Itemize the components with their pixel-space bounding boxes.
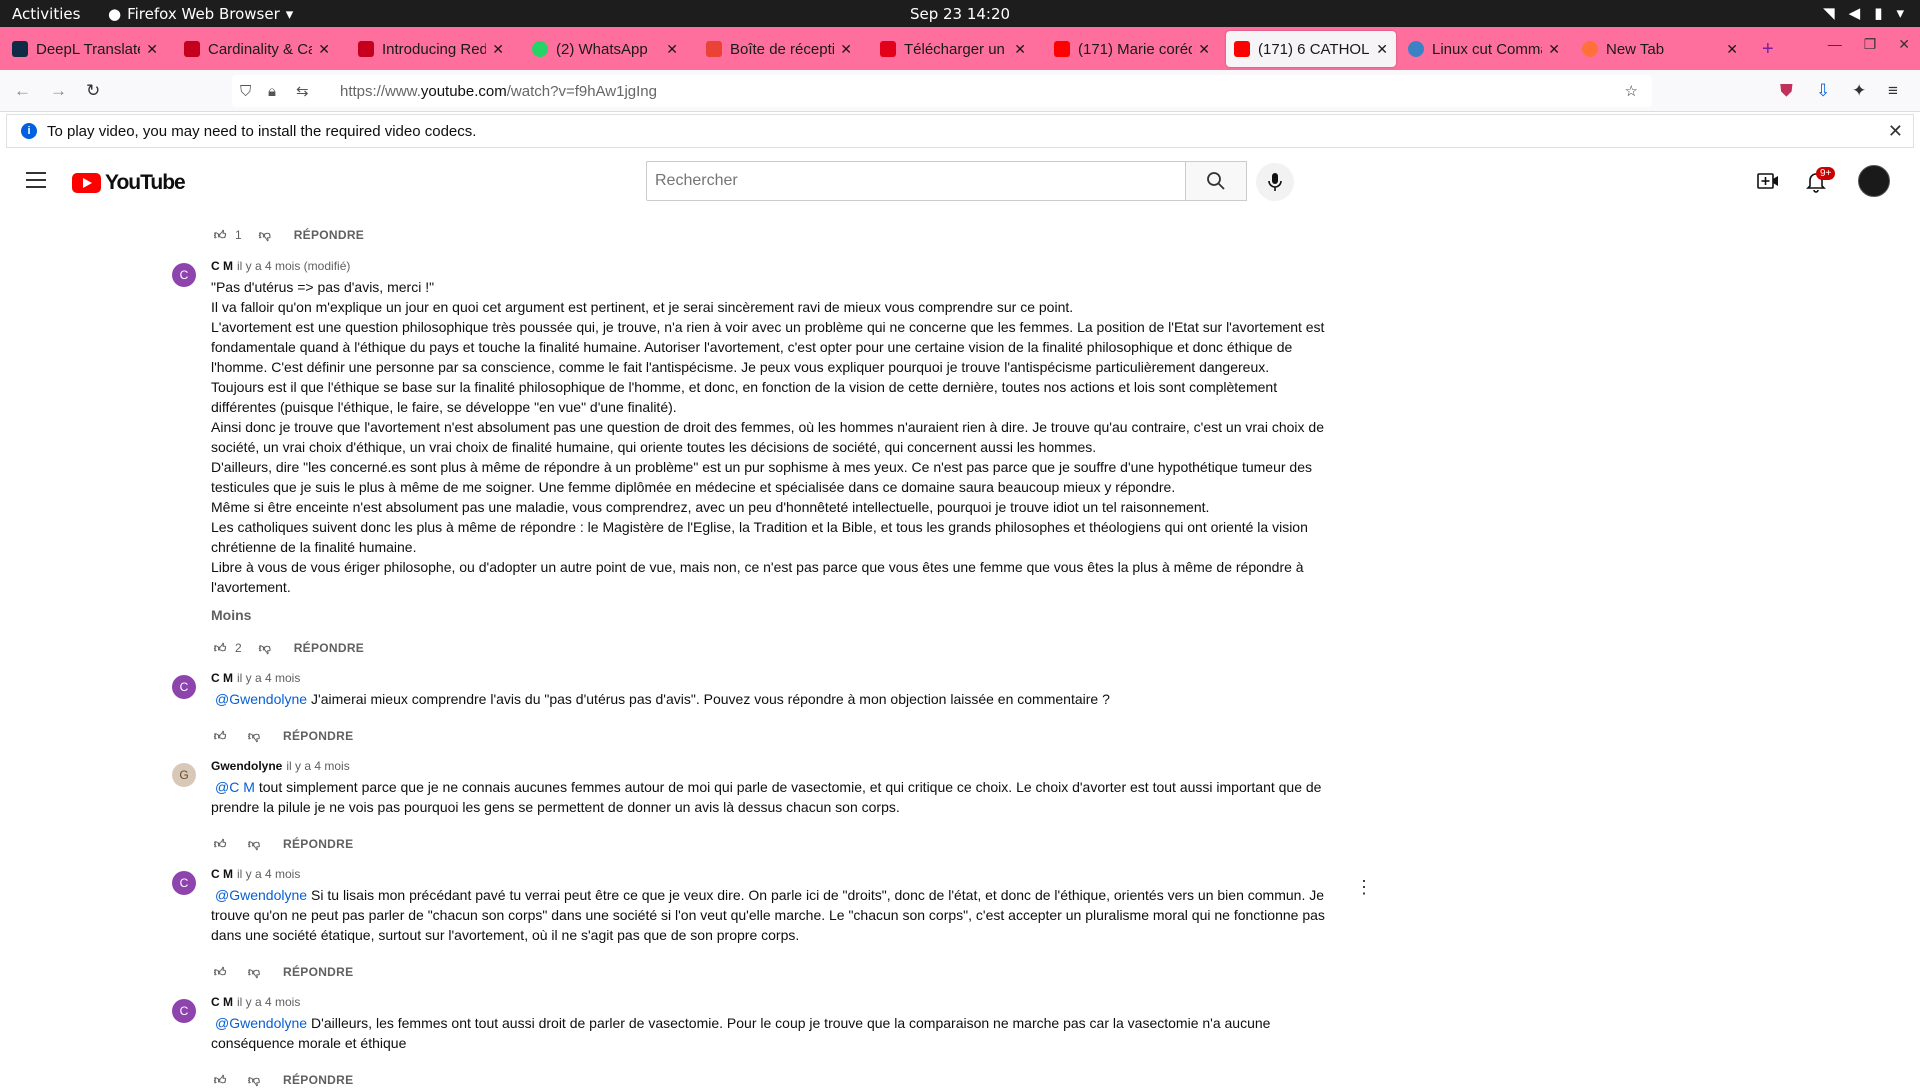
thumbs-up-icon[interactable]: 👍︎ <box>211 226 229 244</box>
avatar[interactable]: G <box>172 763 196 787</box>
reply-button[interactable]: RÉPONDRE <box>283 965 353 979</box>
thumbs-down-icon[interactable]: 👎︎ <box>256 226 274 244</box>
mention-link[interactable]: @Gwendolyne <box>215 1015 307 1031</box>
search-icon <box>1207 172 1225 190</box>
comment-paragraph: Même si être enceinte n'est absolument p… <box>211 499 1210 515</box>
comment-paragraph: Libre à vous de vous ériger philosophe, … <box>211 559 1304 595</box>
notification-count-badge: 9+ <box>1816 167 1836 180</box>
comment-time[interactable]: il y a 4 mois (modifié) <box>237 259 350 273</box>
voice-search-button[interactable] <box>1256 163 1294 201</box>
comment-text: @Gwendolyne J'aimerai mieux comprendre l'… <box>215 691 1110 707</box>
account-avatar[interactable] <box>1858 165 1890 197</box>
thumbs-down-icon[interactable]: 👎︎ <box>245 835 263 853</box>
comment-actions: 👍︎ 2 👎︎ RÉPONDRE <box>211 639 364 657</box>
comment-text: @C Mtout simplement parce que je ne conn… <box>211 779 1322 815</box>
comment-meta: C M il y a 4 mois <box>211 995 300 1009</box>
youtube-header: YouTube 9+ <box>0 155 1920 211</box>
youtube-play-icon <box>72 173 101 193</box>
search-button[interactable] <box>1185 161 1247 201</box>
reply-button[interactable]: RÉPONDRE <box>283 837 353 851</box>
avatar[interactable]: C <box>172 263 196 287</box>
comment-paragraph: Toujours est il que l'éthique se base su… <box>211 379 1278 415</box>
thumbs-up-icon[interactable]: 👍︎ <box>211 639 229 657</box>
show-less-button[interactable]: Moins <box>211 607 251 623</box>
reply-button[interactable]: RÉPONDRE <box>283 729 353 743</box>
comment-paragraph: Ainsi donc je trouve que l'avortement n'… <box>211 419 1324 455</box>
more-actions-icon[interactable]: ⋮ <box>1355 877 1373 898</box>
comment-meta: C M il y a 4 mois <box>211 671 300 685</box>
mention-link[interactable]: @Gwendolyne <box>215 691 307 707</box>
like-count: 2 <box>235 641 242 655</box>
comment-actions: 👍︎ 👎︎ RÉPONDRE <box>211 1071 353 1089</box>
reply-button[interactable]: RÉPONDRE <box>294 641 364 655</box>
comment-author[interactable]: C M <box>211 671 233 685</box>
hamburger-menu-icon[interactable] <box>26 172 46 188</box>
comment-paragraph: L'avortement est une question philosophi… <box>211 319 1325 375</box>
thumbs-up-icon[interactable]: 👍︎ <box>211 835 229 853</box>
create-video-icon[interactable] <box>1756 169 1780 193</box>
thumbs-down-icon[interactable]: 👎︎ <box>245 963 263 981</box>
comment-time[interactable]: il y a 4 mois <box>237 995 300 1009</box>
comment-meta: C M il y a 4 mois (modifié) <box>211 259 350 273</box>
thumbs-down-icon[interactable]: 👎︎ <box>245 1071 263 1089</box>
comment-text: @Gwendolyne D'ailleurs, les femmes ont to… <box>211 1015 1271 1051</box>
thumbs-down-icon[interactable]: 👎︎ <box>256 639 274 657</box>
comment-meta: Gwendolyne il y a 4 mois <box>211 759 350 773</box>
comment-meta: C M il y a 4 mois <box>211 867 300 881</box>
comment-paragraph: Il va falloir qu'on m'explique un jour e… <box>211 299 1074 315</box>
comment-author[interactable]: C M <box>211 867 233 881</box>
thumbs-down-icon[interactable]: 👎︎ <box>245 727 263 745</box>
comment-paragraph: D'ailleurs, dire "les concerné.es sont p… <box>211 459 1312 495</box>
avatar[interactable]: C <box>172 675 196 699</box>
comment-author[interactable]: C M <box>211 995 233 1009</box>
reply-button[interactable]: RÉPONDRE <box>283 1073 353 1087</box>
like-count: 1 <box>235 228 242 242</box>
thumbs-up-icon[interactable]: 👍︎ <box>211 727 229 745</box>
comment-actions: 👍︎ 👎︎ RÉPONDRE <box>211 727 353 745</box>
comment-time[interactable]: il y a 4 mois <box>237 867 300 881</box>
avatar[interactable]: C <box>172 999 196 1023</box>
mention-link[interactable]: @C M <box>215 779 255 795</box>
comment-time[interactable]: il y a 4 mois <box>286 759 349 773</box>
microphone-icon <box>1268 173 1282 191</box>
comment-paragraph: "Pas d'utérus => pas d'avis, merci !" <box>211 279 435 295</box>
thumbs-up-icon[interactable]: 👍︎ <box>211 1071 229 1089</box>
reply-button[interactable]: RÉPONDRE <box>294 228 364 242</box>
comment-actions: 👍︎ 1 👎︎ RÉPONDRE <box>211 226 364 244</box>
comment-actions: 👍︎ 👎︎ RÉPONDRE <box>211 963 353 981</box>
avatar[interactable]: C <box>172 871 196 895</box>
comment-actions: 👍︎ 👎︎ RÉPONDRE <box>211 835 353 853</box>
comment-text: @Gwendolyne Si tu lisais mon précédant pa… <box>211 887 1325 943</box>
youtube-logo[interactable]: YouTube <box>72 171 186 195</box>
comment-paragraph: Les catholiques suivent donc les plus à … <box>211 519 1308 555</box>
comment-text: "Pas d'utérus => pas d'avis, merci !" Il… <box>211 277 1331 597</box>
comment-author[interactable]: Gwendolyne <box>211 759 282 773</box>
comment-author[interactable]: C M <box>211 259 233 273</box>
search-input[interactable] <box>646 161 1186 201</box>
comment-time[interactable]: il y a 4 mois <box>237 671 300 685</box>
mention-link[interactable]: @Gwendolyne <box>215 887 307 903</box>
thumbs-up-icon[interactable]: 👍︎ <box>211 963 229 981</box>
